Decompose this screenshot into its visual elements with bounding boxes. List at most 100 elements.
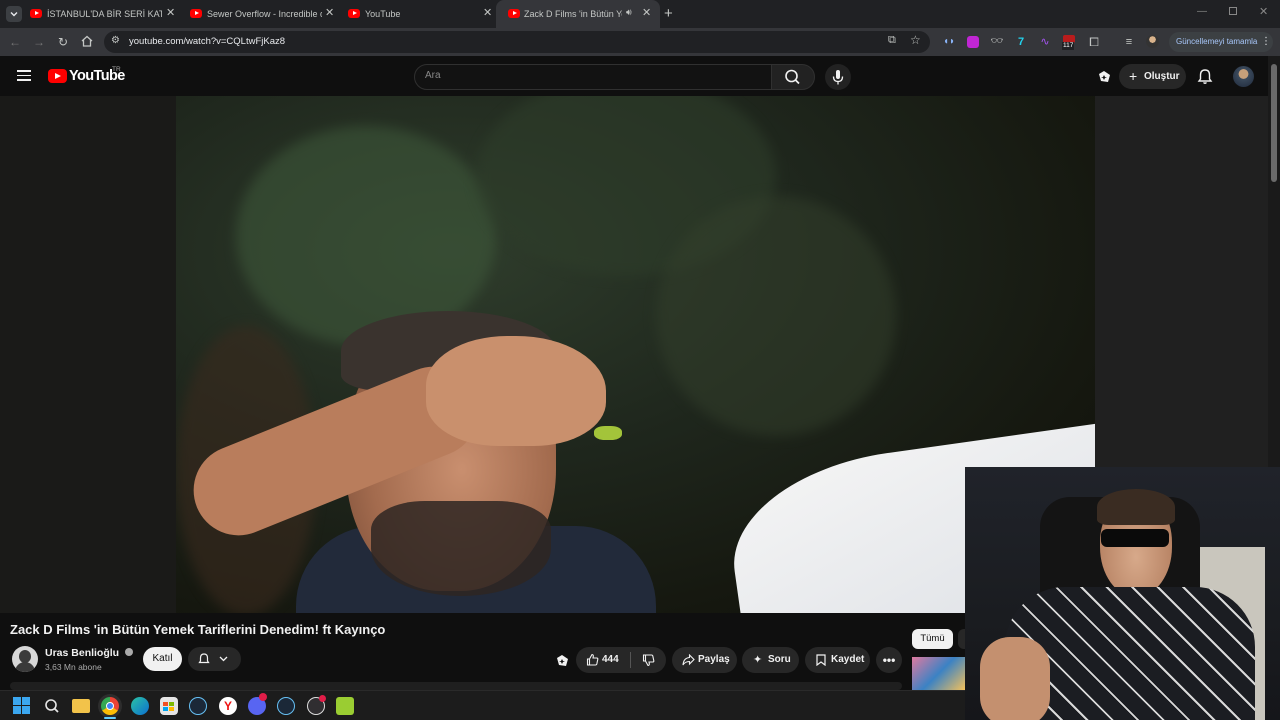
create-label: Oluştur: [1144, 71, 1180, 82]
channel-avatar[interactable]: [12, 646, 38, 672]
extension-icon-1[interactable]: ◖◗: [941, 34, 957, 50]
bell-glyph: [1197, 69, 1213, 84]
close-window-icon[interactable]: ✕: [1259, 5, 1268, 18]
new-tab-button[interactable]: +: [664, 5, 673, 22]
ask-label: Soru: [768, 654, 791, 665]
verified-badge-icon: [125, 648, 134, 656]
discord-icon[interactable]: [248, 693, 267, 715]
browser-tab-strip: İSTANBUL'DA BİR SERİ KATİL - Ja ✕ Sewer …: [0, 0, 1280, 28]
video-side-shade-left: [0, 96, 176, 613]
forward-icon[interactable]: →: [31, 34, 47, 50]
speaker-icon[interactable]: 🔊︎: [626, 7, 632, 18]
steam-icon-2[interactable]: [277, 697, 295, 715]
more-horizontal-icon: •••: [882, 653, 896, 667]
ai-ask-icon[interactable]: [1097, 69, 1112, 84]
extension-icon-5[interactable]: ∿: [1037, 34, 1053, 50]
restore-window-icon[interactable]: [1229, 7, 1237, 15]
chrome-icon[interactable]: [101, 697, 119, 715]
home-icon[interactable]: [79, 34, 95, 50]
save-button[interactable]: Kaydet: [805, 647, 870, 673]
scrollbar-thumb[interactable]: [1271, 64, 1277, 182]
search-box[interactable]: [414, 64, 772, 90]
youtube-favicon-icon: [30, 9, 42, 18]
plus-icon: +: [1129, 68, 1138, 84]
minimize-window-icon[interactable]: —: [1197, 6, 1207, 17]
youtube-favicon-icon: [348, 9, 360, 18]
subscription-notification-button[interactable]: [188, 647, 241, 671]
ai-summary-icon[interactable]: [555, 653, 570, 673]
tab-title: Zack D Films 'in Bütün Yem: [524, 9, 622, 19]
thumbs-down-icon: [642, 654, 655, 667]
close-tab-icon[interactable]: ✕: [642, 6, 651, 19]
food-piece: [594, 426, 622, 440]
update-label: Güncellemeyi tamamla: [1176, 37, 1258, 46]
search-button[interactable]: [771, 64, 815, 90]
home-glyph: [81, 35, 93, 47]
cast-icon[interactable]: ⧉: [888, 34, 896, 47]
foliage-blob: [656, 196, 896, 436]
channel-name[interactable]: Uras Benlioğlu: [45, 647, 134, 659]
tab-title: YouTube: [365, 9, 401, 19]
ask-button[interactable]: ✦ Soru: [742, 647, 799, 673]
yandex-browser-icon[interactable]: Y: [219, 697, 237, 715]
profile-avatar[interactable]: [1145, 34, 1161, 50]
reload-icon[interactable]: ↻: [55, 34, 71, 50]
share-icon: [682, 654, 695, 666]
microphone-icon: [832, 70, 844, 85]
steam-icon[interactable]: [189, 697, 207, 715]
youtube-header: YouTube TR + Oluştur: [0, 56, 1268, 96]
address-bar[interactable]: ⚙ youtube.com/watch?v=CQLtwFjKaz8 ⧉ ☆: [104, 31, 930, 53]
notifications-bell-icon[interactable]: [1197, 68, 1213, 90]
close-tab-icon[interactable]: ✕: [483, 6, 492, 19]
bookmark-star-icon[interactable]: ☆: [910, 33, 921, 47]
share-button[interactable]: Paylaş: [672, 647, 737, 673]
windows-start-icon[interactable]: [13, 697, 31, 715]
youtube-logo[interactable]: YouTube TR: [48, 66, 128, 85]
update-browser-button[interactable]: Güncellemeyi tamamla ⋮: [1169, 32, 1273, 52]
voice-search-button[interactable]: [825, 64, 851, 90]
related-video-thumbnail[interactable]: [912, 657, 965, 690]
youtube-favicon-icon: [190, 9, 202, 18]
bookmark-icon: [816, 654, 826, 666]
like-button[interactable]: 444: [576, 647, 630, 673]
reading-list-icon[interactable]: ≡: [1121, 34, 1137, 50]
create-button[interactable]: + Oluştur: [1119, 64, 1186, 89]
like-dislike-group: 444: [576, 647, 666, 673]
region-code: TR: [112, 66, 121, 73]
like-count: 444: [602, 654, 619, 665]
channel-name-text: Uras Benlioğlu: [45, 647, 120, 659]
site-info-icon[interactable]: ⚙: [111, 35, 120, 46]
extension-icon-4[interactable]: 7: [1013, 34, 1029, 50]
more-actions-button[interactable]: •••: [876, 647, 902, 673]
bell-outline-icon: [198, 653, 228, 664]
join-button[interactable]: Katıl: [143, 647, 182, 671]
back-icon[interactable]: ←: [7, 34, 23, 50]
windows-taskbar: Y: [0, 690, 965, 720]
microsoft-store-icon[interactable]: [160, 697, 178, 715]
hamburger-menu-icon[interactable]: [17, 70, 31, 81]
account-avatar[interactable]: [1233, 66, 1254, 87]
browser-tab-1[interactable]: İSTANBUL'DA BİR SERİ KATİL - Ja ✕: [0, 0, 183, 28]
browser-tab-4-active[interactable]: Zack D Films 'in Bütün Yem 🔊︎ ✕: [496, 0, 660, 28]
extension-icon-3[interactable]: 👓︎: [989, 34, 1005, 50]
dislike-button[interactable]: [631, 647, 666, 673]
person-hand: [426, 336, 606, 446]
search-input[interactable]: [425, 70, 755, 81]
edge-icon[interactable]: [131, 697, 149, 715]
thumbs-up-icon: [586, 653, 599, 666]
page-scrollbar[interactable]: [1268, 56, 1280, 467]
obs-icon[interactable]: [307, 695, 326, 715]
active-app-indicator: [104, 717, 116, 719]
chip-next[interactable]: [958, 629, 965, 649]
taskbar-search-icon[interactable]: [43, 697, 61, 715]
browser-tab-2[interactable]: Sewer Overflow - Incredible dis ✕: [160, 0, 343, 28]
extension-icon-2[interactable]: [965, 34, 981, 50]
browser-tab-3[interactable]: YouTube ✕: [318, 0, 501, 28]
file-explorer-icon[interactable]: [72, 699, 90, 713]
extensions-puzzle-icon[interactable]: ⧠: [1086, 34, 1102, 50]
chip-all[interactable]: Tümü: [912, 629, 953, 649]
save-label: Kaydet: [831, 654, 865, 665]
extension-icon-6[interactable]: 117: [1061, 34, 1077, 50]
video-title: Zack D Films 'in Bütün Yemek Tariflerini…: [10, 622, 386, 637]
live-app-icon[interactable]: [336, 697, 354, 715]
